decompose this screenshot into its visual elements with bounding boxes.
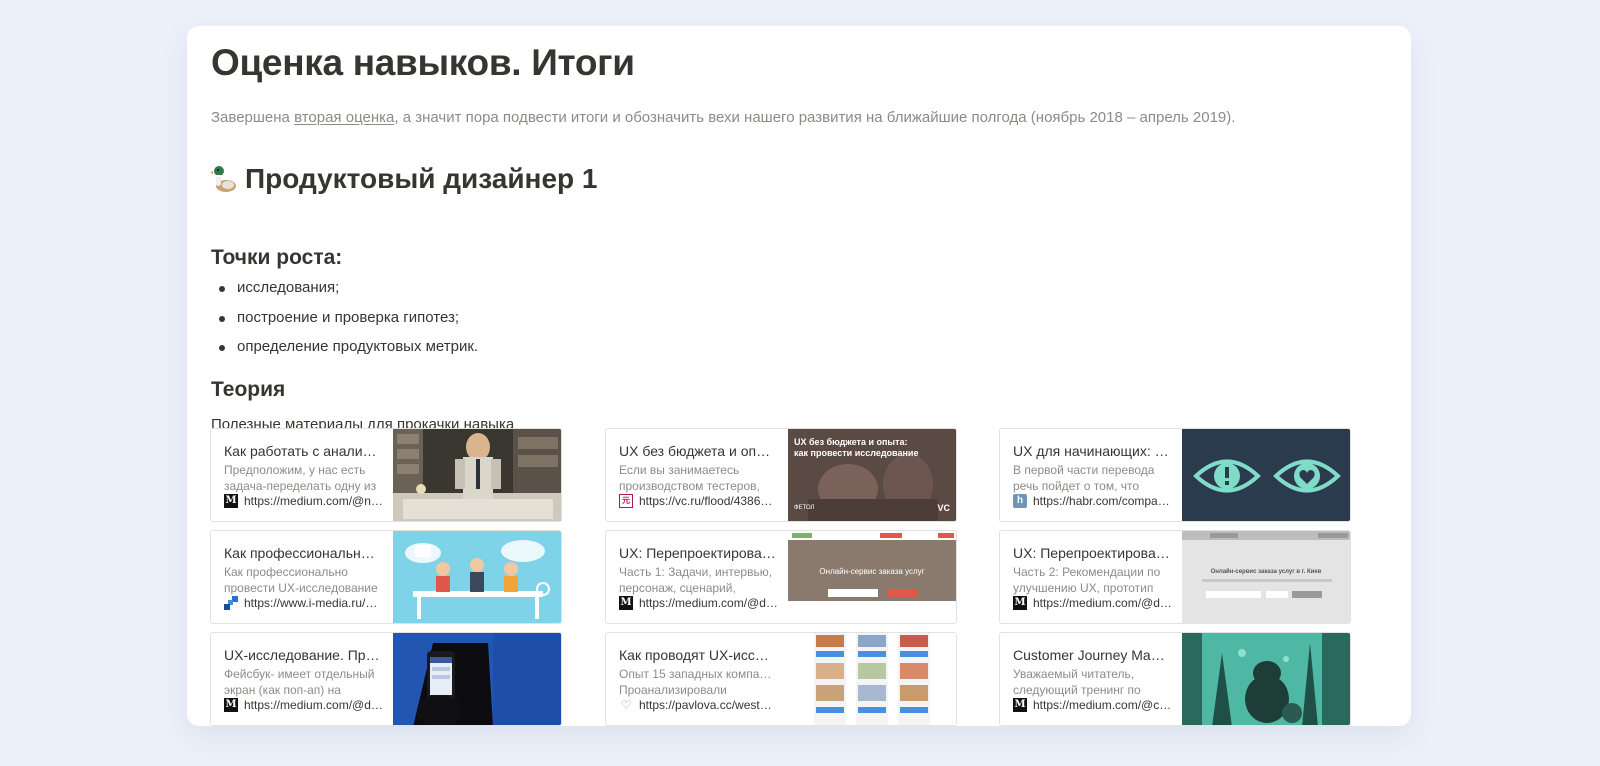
medium-icon: M — [224, 698, 238, 712]
bookmark-text: UX: Перепроектирова… Часть 2: Рекомендац… — [1000, 531, 1182, 623]
bookmark-text: UX без бюджета и опы… Если вы занимаетес… — [606, 429, 788, 521]
bookmark-title: UX: Перепроектирова… — [619, 545, 776, 561]
bookmark-description: Если вы занимаетесь производством тестеро… — [619, 463, 760, 493]
bookmark-text: UX для начинающих: п… В первой части пер… — [1000, 429, 1182, 521]
bookmark-card[interactable]: Как проводят UX-иссл… Опыт 15 западных к… — [605, 632, 957, 726]
bookmark-card[interactable]: UX: Перепроектирова… Часть 1: Задачи, ин… — [605, 530, 957, 624]
bookmark-description: Предположим, у нас есть задача-переделать… — [224, 463, 377, 493]
bookmark-card[interactable]: Customer Journey Map … Уважаемый читател… — [999, 632, 1351, 726]
bookmark-url-row: h https://habr.com/compa… — [1013, 494, 1172, 508]
bookmark-url-row: M https://medium.com/@n… — [224, 494, 383, 508]
bookmark-thumbnail — [788, 633, 956, 725]
bookmark-text: Customer Journey Map … Уважаемый читател… — [1000, 633, 1182, 725]
bookmark-title: Customer Journey Map … — [1013, 647, 1170, 663]
imedia-icon — [224, 596, 238, 610]
bookmark-url: https://www.i-media.ru/… — [244, 596, 378, 610]
bookmark-card[interactable]: UX-исследование. Пр… Фейсбук- имеет отде… — [210, 632, 562, 726]
bookmark-url: https://medium.com/@c… — [1033, 698, 1172, 712]
bookmark-url-row: 元 https://vc.ru/flood/4386… — [619, 494, 778, 508]
bookmark-url: https://pavlova.cc/west… — [639, 698, 772, 712]
thumb-headline: UX без бюджета и опыта: как провести исс… — [794, 437, 919, 458]
bookmark-title: Как работать с аналит… — [224, 443, 381, 459]
bookmark-title: Как проводят UX-иссл… — [619, 647, 776, 663]
bookmark-description: В первой части перевода речь пойдет о том… — [1013, 463, 1155, 493]
bookmark-url-row: M https://medium.com/@d… — [224, 698, 383, 712]
thumb-brand: ФЕТОЛ — [794, 505, 815, 511]
bookmark-description: Часть 2: Рекомендации по улучшению UX, пр… — [1013, 565, 1161, 595]
bookmark-text: UX-исследование. Пр… Фейсбук- имеет отде… — [211, 633, 393, 725]
bookmark-thumbnail: UX без бюджета и опыта: как провести исс… — [788, 429, 956, 521]
bookmark-url-row: https://www.i-media.ru/… — [224, 596, 383, 610]
bookmark-description: Часть 1: Задачи, интервью, персонаж, сцен… — [619, 565, 773, 595]
bookmark-card[interactable]: Как работать с аналит… Предположим, у на… — [210, 428, 562, 522]
bookmark-text: Как профессионально … Как профессиональн… — [211, 531, 393, 623]
bookmark-title: UX без бюджета и опы… — [619, 443, 776, 459]
vc-logo: VC — [937, 503, 950, 513]
bookmark-description: Как профессионально провести UX-исследова… — [224, 565, 378, 595]
bookmark-thumbnail: Онлайн-сервис заказа услуг — [788, 531, 956, 623]
bookmark-url-row: M https://medium.com/@d… — [619, 596, 778, 610]
bookmark-url: https://medium.com/@d… — [639, 596, 778, 610]
bookmark-url: https://habr.com/compa… — [1033, 494, 1170, 508]
habr-icon: h — [1013, 494, 1027, 508]
bookmark-title: UX-исследование. Пр… — [224, 647, 380, 663]
bookmark-card[interactable]: UX: Перепроектирова… Часть 2: Рекомендац… — [999, 530, 1351, 624]
medium-icon: M — [1013, 596, 1027, 610]
bookmark-layer: Как работать с аналит… Предположим, у на… — [0, 0, 1600, 766]
bookmark-description: Уважаемый читатель, следующий тренинг по — [1013, 667, 1141, 697]
bookmark-title: Как профессионально … — [224, 545, 381, 561]
medium-icon: M — [619, 596, 633, 610]
bookmark-card[interactable]: UX без бюджета и опы… Если вы занимаетес… — [605, 428, 957, 522]
bookmark-title: UX: Перепроектирова… — [1013, 545, 1170, 561]
bookmark-thumbnail — [1182, 429, 1350, 521]
medium-icon: M — [1013, 698, 1027, 712]
bookmark-url: https://medium.com/@d… — [1033, 596, 1172, 610]
bookmark-clip: Как работать с аналит… Предположим, у на… — [187, 26, 1411, 726]
bookmark-title: UX для начинающих: п… — [1013, 443, 1170, 459]
bookmark-thumbnail — [1182, 633, 1350, 725]
bookmark-thumbnail — [393, 633, 561, 725]
bookmark-url: https://medium.com/@n… — [244, 494, 383, 508]
bookmark-card[interactable]: Как профессионально … Как профессиональн… — [210, 530, 562, 624]
bookmark-description: Опыт 15 западных компаний Проанализировал… — [619, 667, 776, 697]
bookmark-thumbnail — [393, 429, 561, 521]
bookmark-text: Как работать с аналит… Предположим, у на… — [211, 429, 393, 521]
bookmark-thumbnail: Онлайн-сервис заказа услуг в г. Киев — [1182, 531, 1350, 623]
bookmark-url: https://vc.ru/flood/4386… — [639, 494, 773, 508]
bookmark-url: https://medium.com/@d… — [244, 698, 383, 712]
thumb-headline: Онлайн-сервис заказа услуг — [819, 567, 925, 576]
thumb-headline: Онлайн-сервис заказа услуг в г. Киев — [1210, 569, 1322, 575]
bookmark-url-row: M https://medium.com/@c… — [1013, 698, 1172, 712]
medium-icon: M — [224, 494, 238, 508]
bookmark-card[interactable]: UX для начинающих: п… В первой части пер… — [999, 428, 1351, 522]
bookmark-description: Фейсбук- имеет отдельный экран (как поп-а… — [224, 667, 375, 697]
bookmark-text: UX: Перепроектирова… Часть 1: Задачи, ин… — [606, 531, 788, 623]
bookmark-url-row: M https://medium.com/@d… — [1013, 596, 1172, 610]
bookmark-url-row: ♡ https://pavlova.cc/west… — [619, 698, 778, 712]
pavlova-icon: ♡ — [620, 698, 632, 712]
bookmark-thumbnail — [393, 531, 561, 623]
bookmark-text: Как проводят UX-иссл… Опыт 15 западных к… — [606, 633, 788, 725]
vc-icon: 元 — [619, 494, 633, 508]
